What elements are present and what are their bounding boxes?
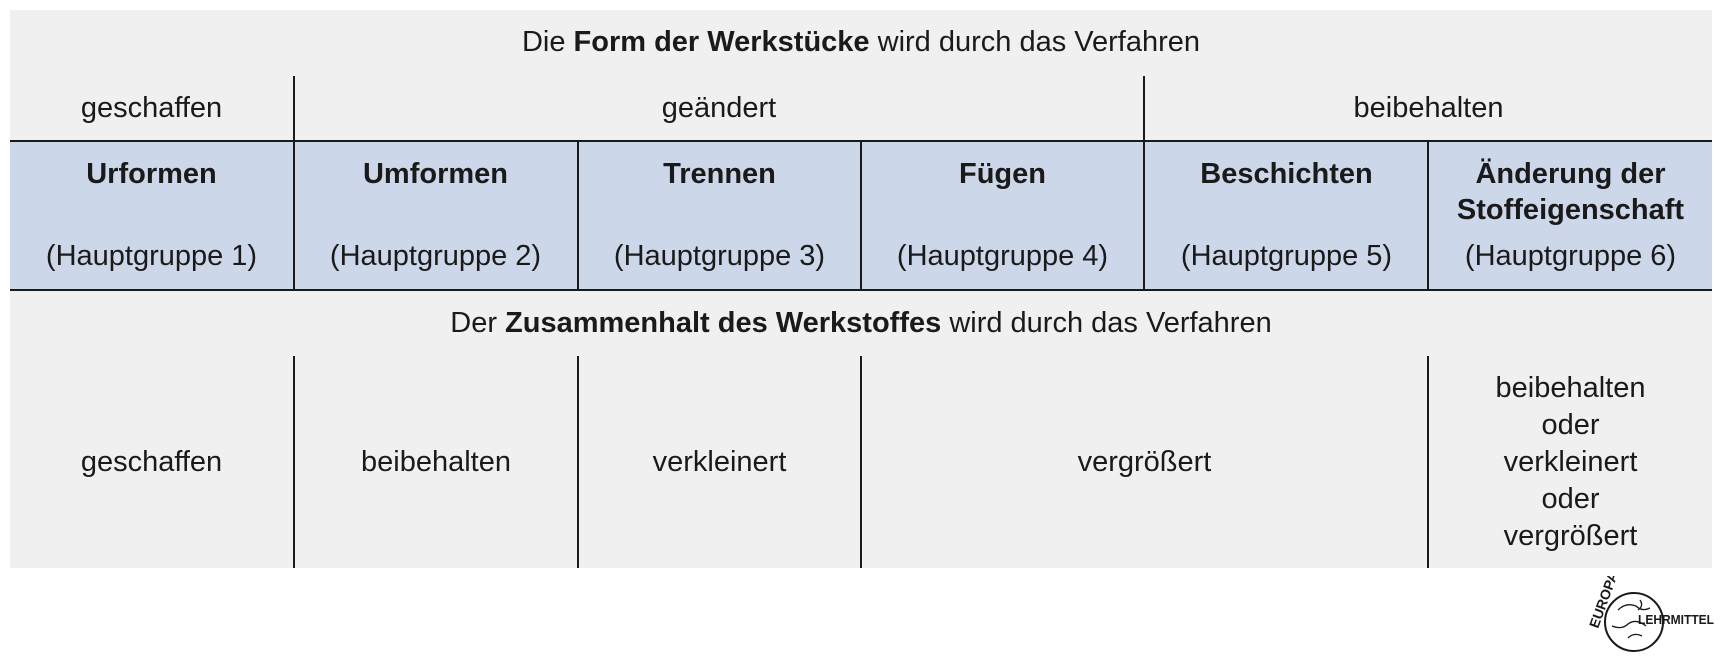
form-created-label: geschaffen: [80, 91, 223, 124]
cohesion-mixed-line: vergrößert: [1503, 519, 1638, 552]
divider: [1427, 142, 1429, 289]
main-group-number: (Hauptgruppe 5): [1180, 240, 1393, 272]
divider: [860, 142, 862, 289]
cohesion-heading-bold: Zusammenhalt des Werkstoffes: [505, 306, 942, 339]
europa-lehrmittel-logo: EUROPA LEHRMITTEL: [1588, 576, 1714, 652]
cohesion-mixed-line: verkleinert: [1503, 445, 1638, 478]
divider: [860, 356, 862, 568]
main-group-name: Beschichten: [1200, 158, 1373, 190]
form-changed-label: geändert: [661, 91, 777, 124]
main-group-name-line2: Stoffeigenschaft: [1456, 194, 1685, 226]
cohesion-increased-label: vergrößert: [1077, 445, 1212, 478]
main-group-3: Trennen (Hauptgruppe 3): [578, 142, 861, 289]
cohesion-heading: Der Zusammenhalt des Werkstoffes wird du…: [10, 303, 1712, 343]
main-group-name: Änderung der Stoffeigenschaft: [1429, 156, 1712, 228]
divider: [1143, 76, 1145, 142]
main-group-number: (Hauptgruppe 3): [613, 240, 826, 272]
divider: [1143, 142, 1145, 289]
cohesion-mixed-line: beibehalten: [1495, 371, 1646, 404]
divider: [293, 142, 295, 289]
divider: [10, 289, 1712, 291]
main-group-6: Änderung der Stoffeigenschaft (Hauptgrup…: [1429, 142, 1712, 289]
form-heading: Die Form der Werkstücke wird durch das V…: [10, 22, 1712, 62]
divider: [1427, 356, 1429, 568]
main-group-1: Urformen (Hauptgruppe 1): [10, 142, 293, 289]
main-group-name: Umformen: [362, 158, 508, 190]
main-group-number: (Hauptgruppe 6): [1464, 240, 1677, 272]
form-retained-label: beibehalten: [1353, 91, 1504, 124]
main-group-number: (Hauptgruppe 1): [45, 240, 258, 272]
form-heading-prefix: Die: [521, 25, 574, 58]
divider: [577, 356, 579, 568]
cohesion-retained-label: beibehalten: [361, 445, 511, 478]
cohesion-heading-prefix: Der: [450, 306, 506, 339]
cohesion-heading-suffix: wird durch das Verfahren: [941, 306, 1272, 339]
main-group-4: Fügen (Hauptgruppe 4): [861, 142, 1144, 289]
main-group-name: Urformen: [86, 158, 217, 190]
main-group-name-line1: Änderung der: [1475, 158, 1666, 190]
main-group-number: (Hauptgruppe 4): [896, 240, 1109, 272]
cohesion-created-label: geschaffen: [80, 445, 223, 478]
main-group-2: Umformen (Hauptgruppe 2): [294, 142, 577, 289]
cohesion-reduced-label: verkleinert: [652, 445, 787, 478]
main-group-name: Trennen: [663, 158, 776, 190]
main-group-name: Fügen: [959, 158, 1046, 190]
main-group-number: (Hauptgruppe 2): [329, 240, 542, 272]
form-heading-suffix: wird durch das Verfahren: [869, 25, 1201, 58]
logo-text-side: LEHRMITTEL: [1638, 612, 1714, 627]
divider: [577, 142, 579, 289]
cohesion-mixed-line: oder: [1541, 408, 1600, 441]
cohesion-mixed-line: oder: [1541, 482, 1600, 515]
main-group-5: Beschichten (Hauptgruppe 5): [1145, 142, 1428, 289]
divider: [293, 76, 295, 142]
form-heading-bold: Form der Werkstücke: [573, 25, 870, 58]
cohesion-mixed-label: beibehalten oder verkleinert oder vergrö…: [1429, 366, 1712, 558]
divider: [293, 356, 295, 568]
